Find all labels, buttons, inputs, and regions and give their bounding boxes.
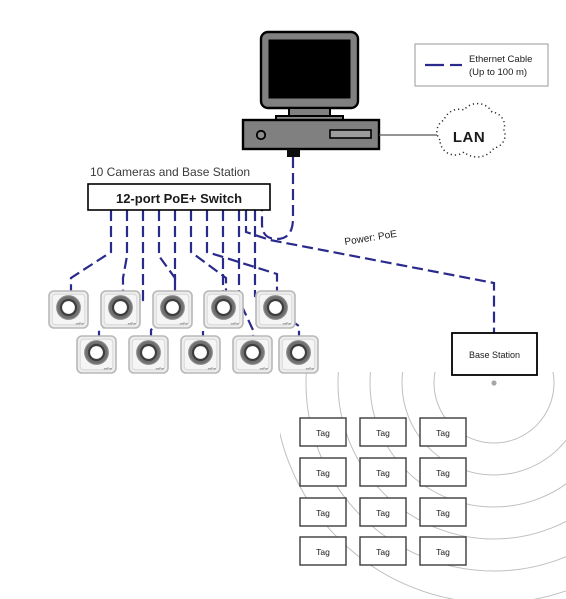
tag-item[interactable]: Tag bbox=[419, 497, 467, 527]
legend-label-line2: (Up to 100 m) bbox=[469, 67, 527, 78]
lan-cloud-icon: LAN bbox=[436, 102, 506, 158]
tag-label: Tag bbox=[376, 547, 390, 557]
tag-grid: Tag Tag Tag Tag Tag Tag Tag Tag Tag Tag … bbox=[299, 417, 467, 566]
camera-device[interactable]: netPoe bbox=[100, 290, 141, 329]
camera-device[interactable]: netPoe bbox=[278, 335, 319, 374]
tower-port-icon bbox=[287, 149, 300, 157]
camera-brand-label: netPoe bbox=[260, 366, 269, 370]
camera-brand-label: netPoe bbox=[208, 366, 217, 370]
legend-label-line1: Ethernet Cable bbox=[469, 54, 532, 65]
camera-brand-label: netPoe bbox=[104, 366, 113, 370]
tag-label: Tag bbox=[316, 547, 330, 557]
tag-item[interactable]: Tag bbox=[299, 536, 347, 566]
tag-label: Tag bbox=[436, 508, 450, 518]
tag-item[interactable]: Tag bbox=[359, 497, 407, 527]
camera-brand-label: netPoe bbox=[156, 366, 165, 370]
camera-brand-label: netPoe bbox=[306, 366, 315, 370]
tag-item[interactable]: Tag bbox=[299, 497, 347, 527]
camera-device[interactable]: netPoe bbox=[48, 290, 89, 329]
base-station[interactable]: Base Station bbox=[451, 332, 538, 376]
network-diagram: Ethernet Cable (Up to 100 m) LAN 10 Came… bbox=[0, 0, 566, 599]
camera-brand-label: netPoe bbox=[128, 321, 137, 325]
switch-caption: 10 Cameras and Base Station bbox=[90, 165, 250, 179]
tag-label: Tag bbox=[316, 508, 330, 518]
tag-item[interactable]: Tag bbox=[419, 536, 467, 566]
power-label: Power: PoE bbox=[344, 229, 398, 248]
tag-label: Tag bbox=[436, 428, 450, 438]
tag-label: Tag bbox=[436, 468, 450, 478]
tag-item[interactable]: Tag bbox=[299, 417, 347, 447]
tag-item[interactable]: Tag bbox=[359, 417, 407, 447]
camera-row-bottom: netPoe netPoe netPoe netPoe netPoe bbox=[76, 335, 319, 374]
camera-device[interactable]: netPoe bbox=[232, 335, 273, 374]
camera-device[interactable]: netPoe bbox=[203, 290, 244, 329]
tag-item[interactable]: Tag bbox=[419, 417, 467, 447]
tag-item[interactable]: Tag bbox=[359, 457, 407, 487]
tag-item[interactable]: Tag bbox=[299, 457, 347, 487]
camera-row-top: netPoe netPoe netPoe netPoe netPoe bbox=[48, 290, 296, 329]
tag-item[interactable]: Tag bbox=[419, 457, 467, 487]
tag-label: Tag bbox=[436, 547, 450, 557]
poe-switch[interactable]: 12-port PoE+ Switch bbox=[87, 183, 271, 211]
camera-device[interactable]: netPoe bbox=[76, 335, 117, 374]
computer-monitor-icon bbox=[259, 30, 360, 123]
poe-switch-label: 12-port PoE+ Switch bbox=[116, 191, 242, 206]
computer-tower-icon bbox=[241, 118, 381, 157]
legend: Ethernet Cable (Up to 100 m) bbox=[414, 43, 549, 87]
camera-brand-label: netPoe bbox=[180, 321, 189, 325]
camera-device[interactable]: netPoe bbox=[180, 335, 221, 374]
tag-label: Tag bbox=[376, 468, 390, 478]
base-station-signal-origin-icon bbox=[491, 380, 497, 386]
lan-label: LAN bbox=[453, 129, 485, 146]
base-station-label: Base Station bbox=[469, 350, 520, 360]
camera-brand-label: netPoe bbox=[76, 321, 85, 325]
camera-device[interactable]: netPoe bbox=[255, 290, 296, 329]
camera-device[interactable]: netPoe bbox=[128, 335, 169, 374]
camera-device[interactable]: netPoe bbox=[152, 290, 193, 329]
tag-label: Tag bbox=[316, 468, 330, 478]
tag-label: Tag bbox=[376, 428, 390, 438]
camera-brand-label: netPoe bbox=[231, 321, 240, 325]
tag-label: Tag bbox=[316, 428, 330, 438]
tag-label: Tag bbox=[376, 508, 390, 518]
wireless-wave-group bbox=[280, 372, 566, 599]
diagram-canvas: Ethernet Cable (Up to 100 m) LAN 10 Came… bbox=[48, 30, 566, 599]
camera-brand-label: netPoe bbox=[283, 321, 292, 325]
tag-item[interactable]: Tag bbox=[359, 536, 407, 566]
